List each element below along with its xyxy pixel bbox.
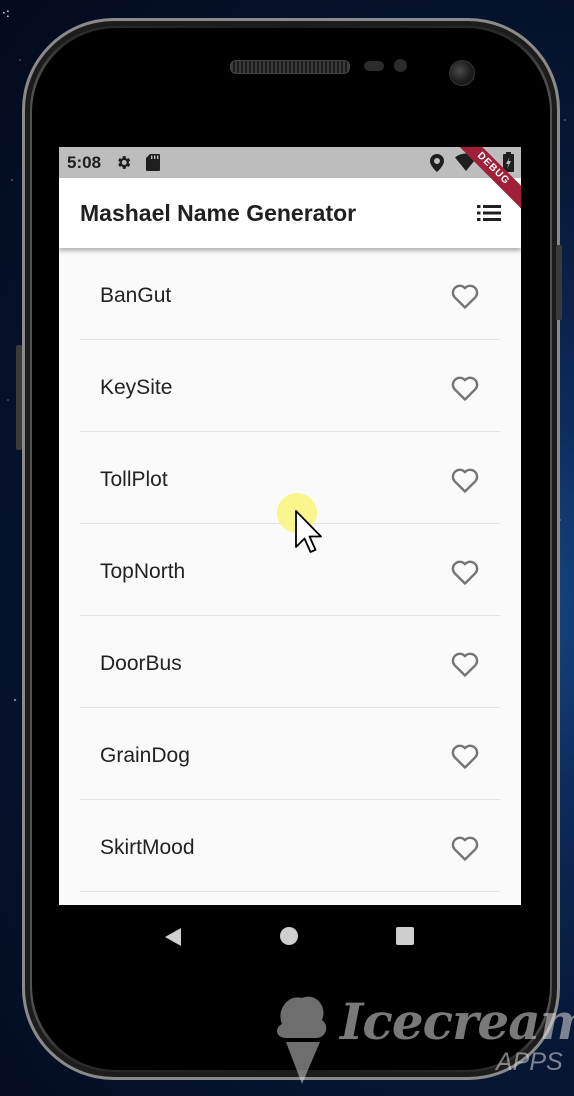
list-item-label: GrainDog (100, 744, 190, 767)
front-camera (449, 60, 475, 86)
list-item-label: TopNorth (100, 560, 186, 583)
heart-outline-icon[interactable] (451, 651, 479, 677)
name-list: BanGut KeySite TollPlot TopNorth DoorBus Grai… (59, 248, 521, 892)
heart-outline-icon[interactable] (451, 835, 479, 861)
heart-outline-icon[interactable] (451, 467, 479, 493)
list-item[interactable]: SkirtMood (59, 800, 521, 892)
wifi-icon (455, 153, 477, 175)
gear-icon (115, 154, 132, 175)
navigation-bar (59, 905, 521, 969)
list-item[interactable]: TopNorth (59, 524, 521, 616)
list-item[interactable]: GrainDog (59, 708, 521, 800)
app-screen: 5:08 DEBUG Mashael Name Generator BanGut… (59, 147, 521, 905)
status-time: 5:08 (67, 153, 102, 172)
heart-outline-icon[interactable] (451, 375, 479, 401)
back-icon[interactable] (163, 927, 183, 951)
heart-outline-icon[interactable] (451, 743, 479, 769)
list-icon[interactable] (477, 204, 501, 222)
divider (80, 891, 500, 892)
power-button (556, 245, 562, 320)
list-item-label: SkirtMood (100, 836, 195, 859)
list-item-label: DoorBus (100, 652, 182, 675)
list-item-label: TollPlot (100, 468, 168, 491)
earpiece-speaker (230, 60, 350, 74)
list-item[interactable]: DoorBus (59, 616, 521, 708)
light-sensor (394, 59, 407, 72)
volume-button (16, 345, 22, 450)
heart-outline-icon[interactable] (451, 559, 479, 585)
status-bar: 5:08 DEBUG (59, 147, 521, 216)
recents-icon[interactable] (396, 927, 414, 945)
heart-outline-icon[interactable] (451, 283, 479, 309)
corner-dots: ·: (2, 6, 10, 20)
app-title: Mashael Name Generator (80, 200, 357, 226)
list-item[interactable]: BanGut (59, 248, 521, 340)
list-item-label: KeySite (100, 376, 173, 399)
list-item[interactable]: KeySite (59, 340, 521, 432)
home-icon[interactable] (280, 927, 298, 945)
location-icon (430, 154, 444, 176)
proximity-sensor (364, 61, 384, 71)
app-bar: Mashael Name Generator (59, 178, 521, 248)
sd-card-icon (146, 154, 160, 175)
battery-icon (503, 152, 514, 176)
list-item[interactable]: TollPlot (59, 432, 521, 524)
list-item-label: BanGut (100, 284, 172, 307)
